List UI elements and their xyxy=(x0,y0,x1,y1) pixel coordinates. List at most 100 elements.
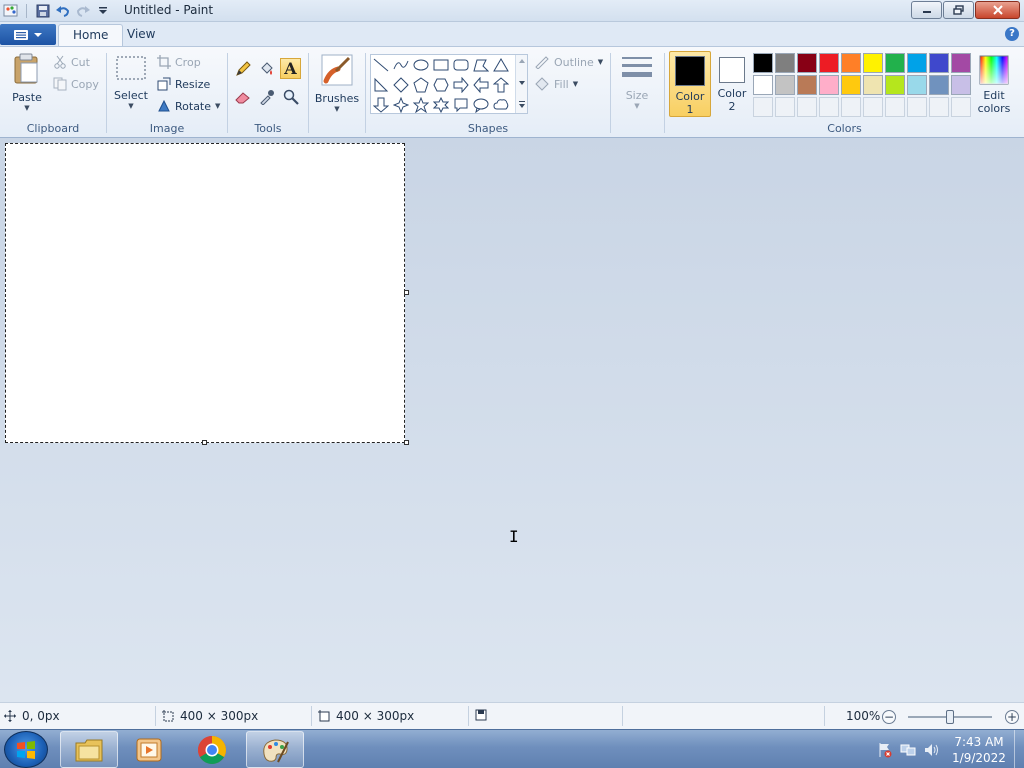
five-point-star-shape-icon[interactable] xyxy=(411,95,431,115)
eyedropper-icon xyxy=(259,89,274,105)
size-dropdown-icon: ▼ xyxy=(634,102,640,110)
crop-label: Crop xyxy=(175,55,201,69)
line-shape-icon[interactable] xyxy=(371,55,391,75)
action-center-flag-icon[interactable] xyxy=(874,742,896,758)
paint-menu-button[interactable] xyxy=(0,24,56,45)
shapes-group-label: Shapes xyxy=(467,122,509,135)
status-separator xyxy=(468,706,469,726)
oval-callout-shape-icon[interactable] xyxy=(471,95,491,115)
rotate-label: Rotate xyxy=(175,99,212,113)
copy-label: Copy xyxy=(71,77,99,91)
fill-label: Fill xyxy=(554,77,569,91)
status-separator xyxy=(311,706,312,726)
rectangle-shape-icon[interactable] xyxy=(431,55,451,75)
crop-button[interactable]: Crop xyxy=(157,55,201,69)
fill-button[interactable]: Fill ▼ xyxy=(534,77,578,91)
text-tool[interactable]: A xyxy=(280,58,301,79)
curve-shape-icon[interactable] xyxy=(391,55,411,75)
brushes-button[interactable]: Brushes ▼ xyxy=(313,53,361,113)
shapes-gallery xyxy=(370,54,528,114)
system-tray: 7:43 AM 1/9/2022 xyxy=(874,730,1024,768)
size-button[interactable]: Size ▼ xyxy=(617,53,657,110)
hexagon-shape-icon[interactable] xyxy=(431,75,451,95)
taskbar-explorer[interactable] xyxy=(60,731,118,768)
taskbar-chrome[interactable] xyxy=(183,731,241,768)
paint-app-icon[interactable] xyxy=(2,2,20,20)
save-icon[interactable] xyxy=(34,2,52,20)
magnifier-tool[interactable] xyxy=(280,86,301,107)
canvas-workspace: I xyxy=(0,138,1024,702)
clock-time: 7:43 AM xyxy=(954,734,1004,749)
restore-button[interactable] xyxy=(943,1,974,19)
clock-date: 1/9/2022 xyxy=(952,750,1006,765)
zoom-slider-thumb[interactable] xyxy=(946,710,954,724)
eraser-tool[interactable] xyxy=(232,86,253,107)
cursor-position-text: 0, 0px xyxy=(22,709,60,723)
shape-fill-icon xyxy=(535,77,549,91)
selection-size-text: 400 × 300px xyxy=(180,709,259,723)
rounded-rectangle-shape-icon[interactable] xyxy=(451,55,471,75)
shapes-scrollbar[interactable] xyxy=(515,55,527,113)
paste-button[interactable]: Paste ▼ xyxy=(8,53,46,112)
undo-icon[interactable] xyxy=(54,2,72,20)
cloud-callout-shape-icon[interactable] xyxy=(491,95,511,115)
up-arrow-shape-icon[interactable] xyxy=(491,75,511,95)
left-arrow-shape-icon[interactable] xyxy=(471,75,491,95)
taskbar-paint[interactable] xyxy=(246,731,304,768)
start-button[interactable] xyxy=(4,731,48,768)
crop-icon xyxy=(157,55,171,69)
tab-view[interactable]: View xyxy=(113,24,169,46)
cut-button[interactable]: Cut xyxy=(53,55,90,69)
oval-shape-icon[interactable] xyxy=(411,55,431,75)
down-arrow-shape-icon[interactable] xyxy=(371,95,391,115)
taskbar: 7:43 AM 1/9/2022 xyxy=(0,729,1024,768)
text-cursor-icon: I xyxy=(509,527,519,546)
rotate-button[interactable]: Rotate ▼ xyxy=(157,99,220,113)
file-size xyxy=(475,709,487,721)
select-button[interactable]: Select ▼ xyxy=(113,55,149,110)
pentagon-shape-icon[interactable] xyxy=(411,75,431,95)
rotate-dropdown-icon: ▼ xyxy=(215,102,221,110)
help-icon[interactable]: ? xyxy=(1005,27,1019,41)
zoom-out-button[interactable]: − xyxy=(882,710,896,724)
four-point-star-shape-icon[interactable] xyxy=(391,95,411,115)
volume-icon[interactable] xyxy=(920,742,944,758)
network-icon[interactable] xyxy=(896,742,920,758)
triangle-shape-icon[interactable] xyxy=(491,55,511,75)
status-separator xyxy=(824,706,825,726)
fill-tool[interactable] xyxy=(256,58,277,79)
close-button[interactable] xyxy=(975,1,1020,19)
window-title: Untitled - Paint xyxy=(124,3,214,17)
image-group: Select ▼ Crop Resize Rotate ▼ Image xyxy=(107,47,227,138)
diamond-shape-icon[interactable] xyxy=(391,75,411,95)
redo-icon[interactable] xyxy=(74,2,92,20)
zoom-in-button[interactable]: + xyxy=(1005,710,1019,724)
polygon-shape-icon[interactable] xyxy=(471,55,491,75)
resize-button[interactable]: Resize xyxy=(157,77,210,91)
color-picker-tool[interactable] xyxy=(256,86,277,107)
canvas-resize-handle-corner[interactable] xyxy=(404,440,409,445)
copy-button[interactable]: Copy xyxy=(53,77,99,91)
clock[interactable]: 7:43 AM 1/9/2022 xyxy=(944,734,1014,766)
customize-qat-icon[interactable] xyxy=(94,2,112,20)
show-desktop-button[interactable] xyxy=(1014,730,1024,768)
pencil-tool[interactable] xyxy=(232,58,253,79)
outline-button[interactable]: Outline ▼ xyxy=(534,55,603,69)
copy-icon xyxy=(53,77,67,91)
brush-icon xyxy=(321,54,353,86)
right-triangle-shape-icon[interactable] xyxy=(371,75,391,95)
right-arrow-shape-icon[interactable] xyxy=(451,75,471,95)
taskbar-media-player[interactable] xyxy=(120,731,178,768)
brushes-dropdown-icon: ▼ xyxy=(334,105,340,113)
status-separator xyxy=(622,706,623,726)
fill-dropdown-icon: ▼ xyxy=(572,80,579,88)
canvas-resize-handle-right[interactable] xyxy=(404,290,409,295)
selection-size: 400 × 300px xyxy=(162,709,258,723)
drawing-canvas[interactable] xyxy=(5,143,405,443)
rounded-callout-shape-icon[interactable] xyxy=(451,95,471,115)
six-point-star-shape-icon[interactable] xyxy=(431,95,451,115)
colors-group: Colors xyxy=(665,47,1024,138)
canvas-resize-handle-bottom[interactable] xyxy=(202,440,207,445)
tools-group: A Tools xyxy=(228,47,308,138)
minimize-button[interactable] xyxy=(911,1,942,19)
